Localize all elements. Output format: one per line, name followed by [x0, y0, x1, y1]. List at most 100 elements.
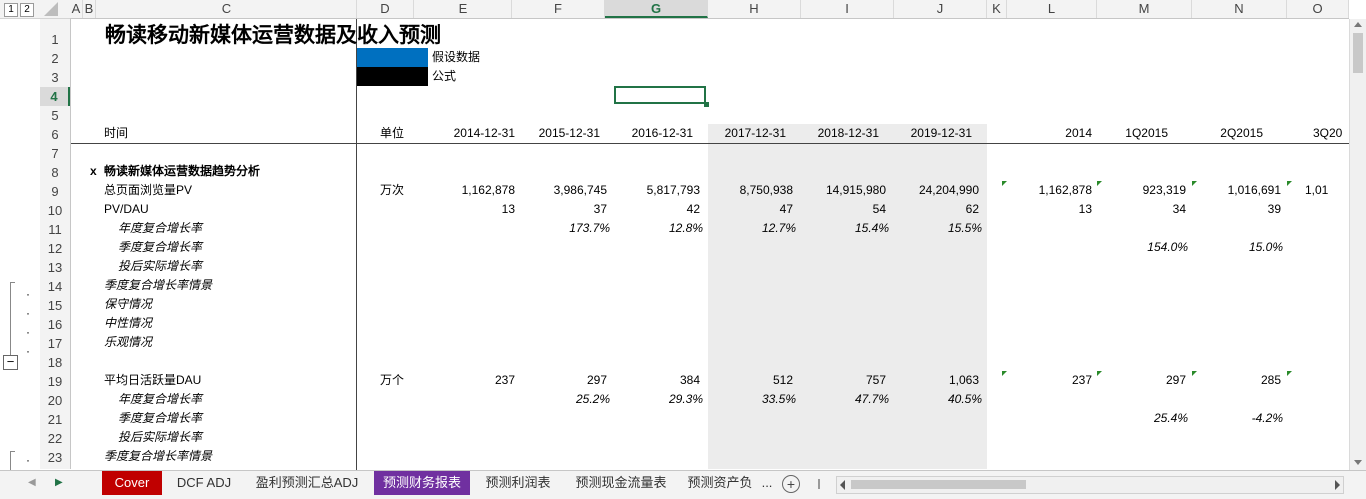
- value-cell[interactable]: 25.2%: [512, 390, 610, 409]
- column-header-o[interactable]: O: [1287, 0, 1349, 18]
- outline-level-1-button[interactable]: 1: [4, 3, 18, 17]
- column-header-g[interactable]: G: [605, 0, 708, 18]
- tab-scroll-right-icon[interactable]: ▶: [55, 477, 63, 488]
- value-cell[interactable]: 13: [1010, 200, 1092, 219]
- column-header-d[interactable]: D: [357, 0, 414, 18]
- row-header-18[interactable]: 18: [40, 353, 70, 372]
- scroll-left-icon[interactable]: [840, 480, 845, 490]
- row-header-8[interactable]: 8: [40, 163, 70, 182]
- column-header-k[interactable]: K: [987, 0, 1007, 18]
- row-header-20[interactable]: 20: [40, 391, 70, 410]
- value-cell[interactable]: 384: [605, 371, 700, 390]
- row-header-17[interactable]: 17: [40, 334, 70, 353]
- error-indicator-icon[interactable]: [1287, 371, 1292, 376]
- error-indicator-icon[interactable]: [1097, 371, 1102, 376]
- collapse-group-button[interactable]: −: [3, 355, 18, 370]
- error-indicator-icon[interactable]: [1192, 371, 1197, 376]
- select-all-icon[interactable]: [44, 2, 58, 16]
- tab-split-handle[interactable]: [818, 479, 820, 489]
- row-header-15[interactable]: 15: [40, 296, 70, 315]
- column-header-n[interactable]: N: [1192, 0, 1287, 18]
- value-cell[interactable]: 5,817,793: [605, 181, 700, 200]
- value-cell[interactable]: 297: [1100, 371, 1186, 390]
- value-cell[interactable]: 173.7%: [512, 219, 610, 238]
- error-indicator-icon[interactable]: [1192, 181, 1197, 186]
- tab-dcf-adj[interactable]: DCF ADJ: [168, 471, 240, 495]
- value-cell[interactable]: 47: [698, 200, 793, 219]
- row-header-14[interactable]: 14: [40, 277, 70, 296]
- tab-forecast-balance[interactable]: 预测资产负: [682, 471, 758, 495]
- value-cell[interactable]: 512: [698, 371, 793, 390]
- value-cell[interactable]: 1,01: [1305, 181, 1328, 200]
- column-header-h[interactable]: H: [708, 0, 801, 18]
- value-cell[interactable]: 1,016,691: [1195, 181, 1281, 200]
- row-header-7[interactable]: 7: [40, 144, 70, 163]
- tab-forecast-cashflow[interactable]: 预测现金流量表: [565, 471, 677, 495]
- column-header-j[interactable]: J: [894, 0, 987, 18]
- value-cell[interactable]: 1,162,878: [420, 181, 515, 200]
- tab-forecast-financials[interactable]: 预测财务报表: [374, 471, 470, 495]
- vertical-scrollbar[interactable]: [1349, 19, 1366, 470]
- column-header-m[interactable]: M: [1097, 0, 1192, 18]
- row-header-11[interactable]: 11: [40, 220, 70, 239]
- row-header-3[interactable]: 3: [40, 68, 70, 87]
- value-cell[interactable]: 42: [605, 200, 700, 219]
- value-cell[interactable]: 29.3%: [605, 390, 703, 409]
- value-cell[interactable]: 25.4%: [1100, 409, 1188, 428]
- row-header-12[interactable]: 12: [40, 239, 70, 258]
- value-cell[interactable]: 923,319: [1100, 181, 1186, 200]
- scroll-right-icon[interactable]: [1335, 480, 1340, 490]
- value-cell[interactable]: 62: [884, 200, 979, 219]
- row-header-9[interactable]: 9: [40, 182, 70, 201]
- value-cell[interactable]: 237: [1010, 371, 1092, 390]
- value-cell[interactable]: 33.5%: [698, 390, 796, 409]
- value-cell[interactable]: 39: [1195, 200, 1281, 219]
- value-cell[interactable]: 24,204,990: [884, 181, 979, 200]
- row-header-10[interactable]: 10: [40, 201, 70, 220]
- value-cell[interactable]: 47.7%: [791, 390, 889, 409]
- fill-handle[interactable]: [704, 102, 709, 107]
- tab-profit-forecast-summary[interactable]: 盈利预测汇总ADJ: [248, 471, 366, 495]
- row-header-4[interactable]: 4: [40, 87, 70, 106]
- row-header-13[interactable]: 13: [40, 258, 70, 277]
- vertical-scroll-thumb[interactable]: [1353, 33, 1363, 73]
- column-header-b[interactable]: B: [83, 0, 96, 18]
- error-indicator-icon[interactable]: [1002, 371, 1007, 376]
- column-header-i[interactable]: I: [801, 0, 894, 18]
- row-header-1[interactable]: 1: [40, 30, 70, 49]
- value-cell[interactable]: 37: [512, 200, 607, 219]
- value-cell[interactable]: 54: [791, 200, 886, 219]
- tab-scroll-left-icon[interactable]: ◀: [28, 477, 36, 488]
- scroll-up-icon[interactable]: [1354, 22, 1362, 27]
- value-cell[interactable]: 1,162,878: [1010, 181, 1092, 200]
- column-header-c[interactable]: C: [97, 0, 357, 18]
- scroll-down-icon[interactable]: [1354, 460, 1362, 465]
- error-indicator-icon[interactable]: [1287, 181, 1292, 186]
- row-header-16[interactable]: 16: [40, 315, 70, 334]
- tab-cover[interactable]: Cover: [102, 471, 162, 495]
- column-header-f[interactable]: F: [512, 0, 605, 18]
- value-cell[interactable]: 15.0%: [1195, 238, 1283, 257]
- column-header-e[interactable]: E: [415, 0, 512, 18]
- outline-level-2-button[interactable]: 2: [20, 3, 34, 17]
- value-cell[interactable]: 3,986,745: [512, 181, 607, 200]
- value-cell[interactable]: 297: [512, 371, 607, 390]
- row-header-19[interactable]: 19: [40, 372, 70, 391]
- row-header-2[interactable]: 2: [40, 49, 70, 68]
- error-indicator-icon[interactable]: [1097, 181, 1102, 186]
- row-header-21[interactable]: 21: [40, 410, 70, 429]
- row-header-22[interactable]: 22: [40, 429, 70, 448]
- value-cell[interactable]: 1,063: [884, 371, 979, 390]
- tab-overflow[interactable]: ...: [758, 471, 776, 495]
- column-header-l[interactable]: L: [1007, 0, 1097, 18]
- horizontal-scrollbar[interactable]: [836, 476, 1344, 494]
- row-header-23[interactable]: 23: [40, 448, 70, 467]
- value-cell[interactable]: 757: [791, 371, 886, 390]
- value-cell[interactable]: 14,915,980: [791, 181, 886, 200]
- value-cell[interactable]: 15.4%: [791, 219, 889, 238]
- value-cell[interactable]: 154.0%: [1100, 238, 1188, 257]
- column-header-a[interactable]: A: [70, 0, 83, 18]
- value-cell[interactable]: 13: [420, 200, 515, 219]
- horizontal-scroll-thumb[interactable]: [851, 480, 1026, 489]
- value-cell[interactable]: 237: [420, 371, 515, 390]
